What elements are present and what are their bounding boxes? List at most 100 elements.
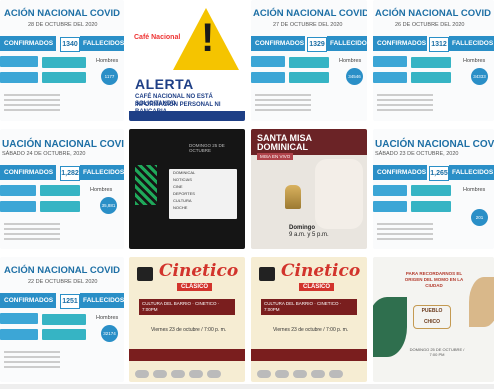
cine-info: CULTURA DEL BARRIO · CINETICO · 7:00PM (261, 299, 357, 315)
pueblo-footer: DOMINGO 25 DE OCTUBRE / 7:00 PM (409, 347, 465, 357)
confirmed-count: 1,282 (60, 166, 80, 181)
age-group-table (4, 94, 60, 114)
men-count-circle: 1177 (101, 68, 118, 85)
post-cinetico-2[interactable]: Cinetico CLÁSICO CULTURA DEL BARRIO · CI… (251, 257, 367, 382)
stat-bar (40, 185, 80, 196)
stat-bar (0, 329, 38, 340)
deaths-label: FALLECIDOS (80, 36, 124, 51)
deaths-label: FALLECIDOS (449, 165, 494, 180)
stat-bar (0, 72, 38, 83)
decorative-pattern (135, 165, 157, 205)
deaths-label: FALLECIDOS (449, 36, 494, 51)
pueblo-chico-logo: PUEBLO CHICO (413, 305, 451, 329)
gender-label: Hombres (463, 58, 486, 64)
post-title: ACIÓN NACIONAL COVID (253, 8, 367, 19)
men-count-circle: 201 (471, 209, 488, 226)
stat-bar (42, 329, 86, 340)
alert-title: ALERTA (135, 76, 194, 92)
stat-bar (411, 72, 451, 83)
post-covid-report-28[interactable]: ACIÓN NACIONAL COVID 28 DE OCTUBRE DEL 2… (0, 0, 124, 121)
stat-bar (411, 201, 451, 212)
men-count-circle: 34546 (346, 68, 363, 85)
gender-label: Hombres (463, 187, 486, 193)
stat-bar (289, 57, 329, 68)
stat-bar (373, 185, 407, 196)
deaths-label: FALLECIDOS (327, 36, 367, 51)
camera-icon (259, 267, 275, 281)
stat-bar (0, 56, 38, 67)
confirmed-count: 1,265 (429, 166, 449, 181)
post-title: UACIÓN NACIONAL COVID (2, 139, 124, 150)
post-title: ACIÓN NACIONAL COVID (375, 8, 491, 19)
stat-bar (40, 201, 80, 212)
cine-date: Viernes 23 de octubre / 7:00 p. m. (273, 327, 349, 333)
confirmed-count: 1312 (429, 37, 449, 52)
stat-bar (373, 56, 407, 67)
program-item: CINE (173, 184, 183, 189)
media-grid: ACIÓN NACIONAL COVID 28 DE OCTUBRE DEL 2… (0, 0, 494, 389)
post-cafe-alert[interactable]: ! Café Nacional ALERTA CAFÉ NACIONAL NO … (129, 0, 245, 121)
gender-label: Hombres (90, 187, 113, 193)
program-item: NOCHE (173, 205, 188, 210)
men-count-circle: 34333 (471, 68, 488, 85)
confirmed-label: CONFIRMADOS (0, 165, 56, 180)
men-count-circle: 32174 (101, 325, 118, 342)
post-title: ACIÓN NACIONAL COVID (4, 8, 120, 19)
post-date: SÁBADO 24 DE OCTUBRE, 2020 (2, 151, 86, 157)
misa-title-2: DOMINICAL (257, 142, 308, 152)
age-group-table (377, 223, 433, 243)
program-item: DEPORTES (173, 191, 195, 196)
stat-bar (411, 57, 451, 68)
stat-bar (251, 72, 285, 83)
priest-image (315, 159, 363, 229)
program-date: DOMINGO 25 DE OCTUBRE (189, 143, 225, 153)
post-date: 27 DE OCTUBRE DEL 2020 (273, 22, 343, 28)
stat-bar (373, 201, 407, 212)
stat-bar (289, 72, 329, 83)
cine-date: Viernes 23 de octubre / 7:00 p. m. (151, 327, 227, 333)
confirmed-count: 1340 (60, 37, 80, 52)
deaths-label: FALLECIDOS (80, 293, 124, 308)
age-group-table (4, 223, 60, 243)
program-item: DOMINICAL (173, 170, 196, 175)
confirmed-label: CONFIRMADOS (0, 36, 56, 51)
stat-bar (0, 185, 36, 196)
confirmed-label: CONFIRMADOS (373, 165, 427, 180)
footer-bar (129, 111, 245, 121)
gender-label: Hombres (96, 315, 119, 321)
program-list: DOMINICAL NOTICIAS CINE DEPORTES CULTURA… (169, 169, 237, 219)
post-title: ACIÓN NACIONAL COVID (4, 265, 120, 276)
post-title: UACIÓN NACIONAL COVID (375, 139, 494, 150)
program-item: NOTICIAS (173, 177, 192, 182)
next-row-peek (0, 384, 494, 389)
stat-bar (42, 72, 86, 83)
post-tv-program[interactable]: DOMINGO 25 DE OCTUBRE DOMINICAL NOTICIAS… (129, 129, 245, 249)
age-group-table (255, 94, 311, 114)
post-covid-report-22[interactable]: ACIÓN NACIONAL COVID 22 DE OCTUBRE DEL 2… (0, 257, 124, 382)
program-item: CULTURA (173, 198, 192, 203)
misa-day: Domingo (289, 225, 315, 231)
sponsor-logos (135, 365, 239, 378)
cafe-logo: Café Nacional (134, 34, 181, 41)
stat-bar (373, 72, 407, 83)
age-group-table (377, 94, 433, 114)
stat-bar (0, 201, 36, 212)
gender-label: Hombres (96, 58, 119, 64)
gender-label: Hombres (339, 58, 362, 64)
cine-subtitle: CLÁSICO (177, 283, 212, 291)
footer-strip (129, 349, 245, 361)
stat-bar (42, 57, 86, 68)
post-covid-report-24[interactable]: UACIÓN NACIONAL COVID SÁBADO 24 DE OCTUB… (0, 129, 124, 249)
post-covid-report-27[interactable]: ACIÓN NACIONAL COVID 27 DE OCTUBRE DEL 2… (251, 0, 367, 121)
cine-subtitle: CLÁSICO (299, 283, 334, 291)
post-covid-report-23[interactable]: UACIÓN NACIONAL COVID SÁBADO 23 DE OCTUB… (373, 129, 494, 249)
leaf-decoration (469, 277, 494, 327)
post-cinetico-1[interactable]: Cinetico CLÁSICO CULTURA DEL BARRIO · CI… (129, 257, 245, 382)
post-pueblo-chico[interactable]: PARA RECORDARNOS EL ORIGEN DEL MOMO EN L… (373, 257, 494, 382)
post-santa-misa[interactable]: SANTA MISA DOMINICAL MISA EN VIVO Doming… (251, 129, 367, 249)
stat-bar (251, 56, 285, 67)
pueblo-text: PARA RECORDARNOS EL ORIGEN DEL MOMO EN L… (404, 271, 464, 288)
misa-tag: MISA EN VIVO (257, 153, 294, 160)
post-covid-report-26[interactable]: ACIÓN NACIONAL COVID 26 DE OCTUBRE DEL 2… (373, 0, 494, 121)
confirmed-count: 1329 (307, 37, 327, 52)
